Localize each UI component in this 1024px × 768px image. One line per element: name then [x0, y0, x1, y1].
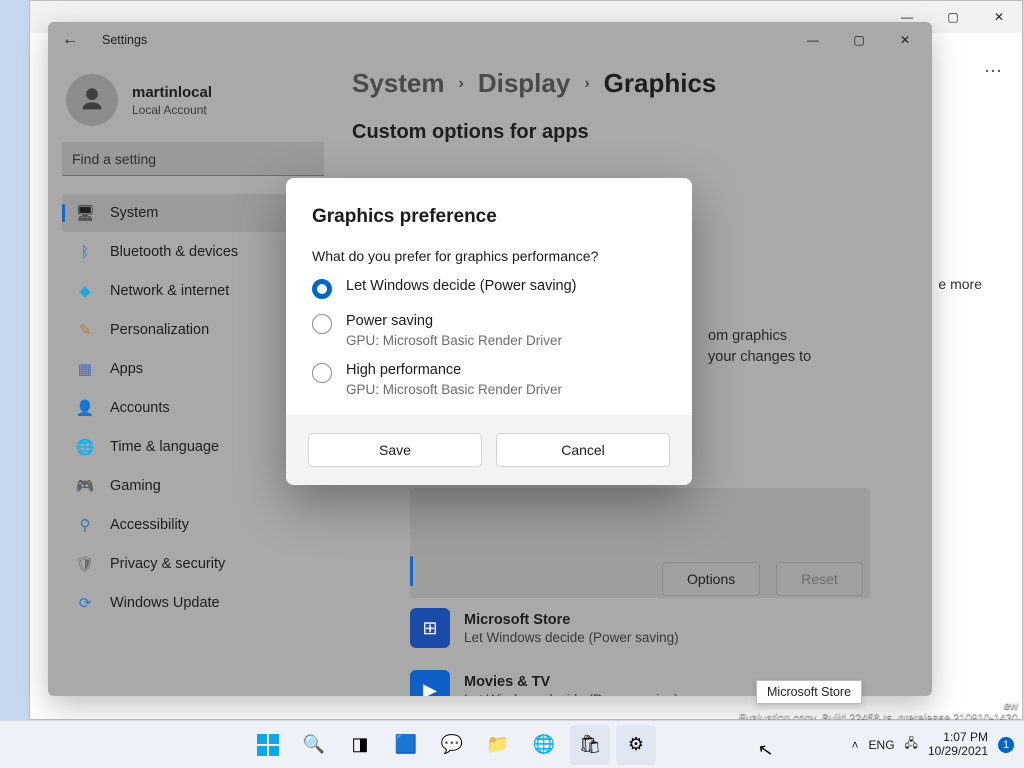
settings-taskbar-icon[interactable]: ⚙ [616, 725, 656, 765]
taskbar-right: ˄ ENG 🖧 1:07 PM 10/29/2021 1 [852, 731, 1024, 759]
clock[interactable]: 1:07 PM 10/29/2021 [928, 731, 988, 759]
notification-badge[interactable]: 1 [998, 737, 1014, 753]
taskbar-center: 🔍 ◨ 🟦 💬 📁 🌐 🛍 ⚙ [248, 725, 656, 765]
time-label: 1:07 PM [928, 731, 988, 745]
tray-chevron-icon[interactable]: ˄ [852, 738, 859, 752]
edge-icon[interactable]: 🌐 [524, 725, 564, 765]
modal-overlay: Graphics preference What do you prefer f… [0, 0, 1024, 768]
graphics-preference-dialog: Graphics preference What do you prefer f… [286, 178, 692, 485]
radio-option-1[interactable]: Power saving GPU: Microsoft Basic Render … [312, 313, 666, 348]
msstore-taskbar-icon[interactable]: 🛍 [570, 725, 610, 765]
radio-option-2[interactable]: High performance GPU: Microsoft Basic Ren… [312, 362, 666, 397]
save-button[interactable]: Save [308, 433, 482, 467]
dialog-subtitle: What do you prefer for graphics performa… [312, 248, 666, 264]
widgets-icon[interactable]: 🟦 [386, 725, 426, 765]
date-label: 10/29/2021 [928, 745, 988, 759]
explorer-icon[interactable]: 📁 [478, 725, 518, 765]
language-indicator[interactable]: ENG [869, 738, 895, 752]
radio-option-0[interactable]: Let Windows decide (Power saving) [312, 278, 666, 299]
chat-icon[interactable]: 💬 [432, 725, 472, 765]
network-icon[interactable]: 🖧 [905, 734, 918, 755]
start-button[interactable] [248, 725, 288, 765]
dialog-title: Graphics preference [312, 206, 666, 228]
radio-label: Power saving [346, 313, 562, 329]
radio-icon [312, 363, 332, 383]
radio-icon [312, 279, 332, 299]
radio-label: Let Windows decide (Power saving) [346, 278, 577, 294]
radio-icon [312, 314, 332, 334]
taskview-icon[interactable]: ◨ [340, 725, 380, 765]
radio-label: High performance [346, 362, 562, 378]
cancel-button[interactable]: Cancel [496, 433, 670, 467]
radio-sub: GPU: Microsoft Basic Render Driver [346, 382, 562, 397]
taskbar: 🔍 ◨ 🟦 💬 📁 🌐 🛍 ⚙ ˄ ENG 🖧 1:07 PM 10/29/20… [0, 720, 1024, 768]
search-icon[interactable]: 🔍 [294, 725, 334, 765]
radio-sub: GPU: Microsoft Basic Render Driver [346, 333, 562, 348]
radio-group: Let Windows decide (Power saving) Power s… [312, 278, 666, 397]
